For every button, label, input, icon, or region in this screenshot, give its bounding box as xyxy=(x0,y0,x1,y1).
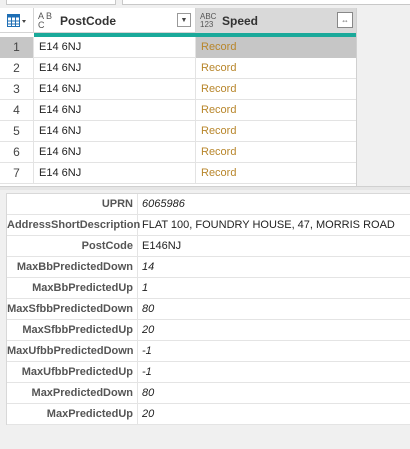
field-value: 80 xyxy=(142,303,155,315)
record-field-row: MaxPredictedUp 20 xyxy=(7,404,410,425)
pane-splitter[interactable] xyxy=(0,186,410,190)
speed-record-link[interactable]: Record xyxy=(196,142,356,163)
field-name: MaxSfbbPredictedDown xyxy=(7,299,138,319)
record-field-row: MaxBbPredictedUp 1 xyxy=(7,278,410,299)
record-field-row: AddressShortDescription FLAT 100, FOUNDR… xyxy=(7,215,410,236)
postcode-cell[interactable]: E14 6NJ xyxy=(34,163,196,184)
row-number[interactable]: 4 xyxy=(0,100,34,121)
postcode-cell[interactable]: E14 6NJ xyxy=(34,142,196,163)
table-row[interactable]: 3 E14 6NJ Record xyxy=(0,79,356,100)
postcode-cell[interactable]: E14 6NJ xyxy=(34,37,196,58)
any-type-icon[interactable]: ABC 123 xyxy=(200,12,220,29)
row-number[interactable]: 2 xyxy=(0,58,34,79)
field-name: MaxBbPredictedDown xyxy=(7,257,138,277)
row-number[interactable]: 3 xyxy=(0,79,34,100)
record-field-row: UPRN 6065986 xyxy=(7,194,410,215)
type-icon-bottom: 123 xyxy=(200,19,214,29)
column-header-speed[interactable]: ABC 123 Speed ⇔ xyxy=(196,8,356,33)
field-name: MaxUfbbPredictedDown xyxy=(7,341,138,361)
field-value: 20 xyxy=(142,324,155,336)
postcode-cell[interactable]: E14 6NJ xyxy=(34,79,196,100)
column-header-postcode[interactable]: A B C PostCode ▼ xyxy=(34,8,196,33)
grid-header: A B C PostCode ▼ ABC 123 Speed ⇔ xyxy=(0,8,356,33)
row-number[interactable]: 6 xyxy=(0,142,34,163)
postcode-cell[interactable]: E14 6NJ xyxy=(34,121,196,142)
record-field-row: MaxUfbbPredictedDown -1 xyxy=(7,341,410,362)
table-row[interactable]: 7 E14 6NJ Record xyxy=(0,163,356,184)
field-name: MaxPredictedDown xyxy=(7,383,138,403)
filter-dropdown-button[interactable]: ▼ xyxy=(177,13,191,27)
column-title-speed: Speed xyxy=(222,13,259,28)
field-value: 20 xyxy=(142,408,155,420)
formula-area-right xyxy=(122,0,410,5)
record-field-row: MaxSfbbPredictedDown 80 xyxy=(7,299,410,320)
record-field-row: MaxSfbbPredictedUp 20 xyxy=(7,320,410,341)
field-name: MaxSfbbPredictedUp xyxy=(7,320,138,340)
text-type-icon[interactable]: A B C xyxy=(38,11,58,30)
speed-record-link[interactable]: Record xyxy=(196,79,356,100)
field-name: PostCode xyxy=(7,236,138,256)
row-number[interactable]: 5 xyxy=(0,121,34,142)
field-name: MaxUfbbPredictedUp xyxy=(7,362,138,382)
table-icon xyxy=(6,13,26,27)
table-row[interactable]: 4 E14 6NJ Record xyxy=(0,100,356,121)
speed-record-link[interactable]: Record xyxy=(196,100,356,121)
data-grid: A B C PostCode ▼ ABC 123 Speed ⇔ 1 E14 6… xyxy=(0,8,357,186)
field-name: UPRN xyxy=(7,194,138,214)
postcode-cell[interactable]: E14 6NJ xyxy=(34,58,196,79)
speed-record-link[interactable]: Record xyxy=(196,58,356,79)
table-row[interactable]: 6 E14 6NJ Record xyxy=(0,142,356,163)
expand-column-icon[interactable]: ⇔ xyxy=(337,12,353,28)
table-row[interactable]: 5 E14 6NJ Record xyxy=(0,121,356,142)
field-value: FLAT 100, FOUNDRY HOUSE, 47, MORRIS ROAD xyxy=(142,219,395,231)
field-value: 14 xyxy=(142,261,155,273)
record-field-row: MaxBbPredictedDown 14 xyxy=(7,257,410,278)
table-menu-button[interactable] xyxy=(0,8,34,33)
top-strip xyxy=(0,0,410,6)
field-value: -1 xyxy=(142,345,152,357)
postcode-cell[interactable]: E14 6NJ xyxy=(34,100,196,121)
row-number[interactable]: 7 xyxy=(0,163,34,184)
table-row[interactable]: 2 E14 6NJ Record xyxy=(0,58,356,79)
field-value: 80 xyxy=(142,387,155,399)
speed-record-link[interactable]: Record xyxy=(196,121,356,142)
speed-record-link[interactable]: Record xyxy=(196,37,356,58)
speed-record-link[interactable]: Record xyxy=(196,163,356,184)
column-title-postcode: PostCode xyxy=(60,13,117,28)
field-name: AddressShortDescription xyxy=(7,215,140,235)
formula-area-left xyxy=(6,0,116,5)
field-value: 1 xyxy=(142,282,149,294)
record-detail-pane: UPRN 6065986 AddressShortDescription FLA… xyxy=(6,193,410,425)
record-field-row: MaxUfbbPredictedUp -1 xyxy=(7,362,410,383)
field-name: MaxPredictedUp xyxy=(7,404,138,424)
row-number[interactable]: 1 xyxy=(0,37,34,58)
field-value: E146NJ xyxy=(142,240,182,252)
field-value: 6065986 xyxy=(142,198,185,210)
record-field-row: MaxPredictedDown 80 xyxy=(7,383,410,404)
table-row[interactable]: 1 E14 6NJ Record xyxy=(0,37,356,58)
field-name: MaxBbPredictedUp xyxy=(7,278,138,298)
field-value: -1 xyxy=(142,366,152,378)
record-field-row: PostCode E146NJ xyxy=(7,236,410,257)
